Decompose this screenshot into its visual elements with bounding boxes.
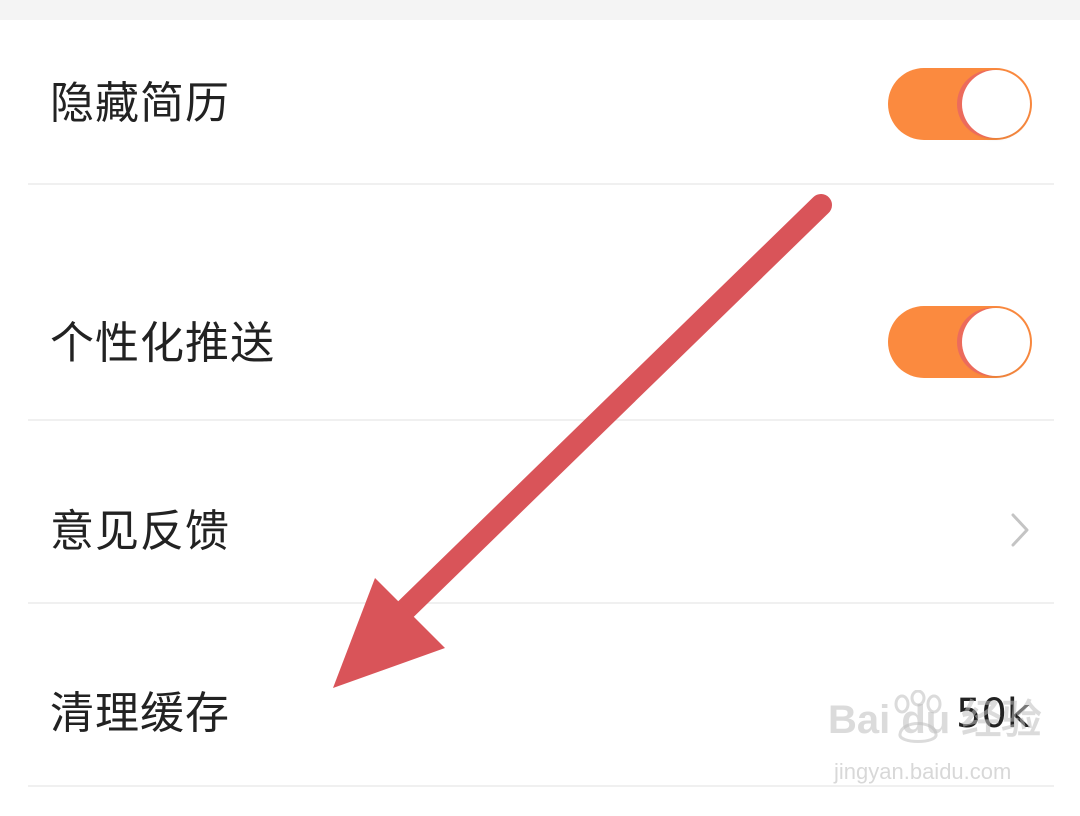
setting-label-personalized-push: 个性化推送	[50, 318, 275, 369]
divider	[28, 419, 1054, 421]
setting-row-personalized-push: 个性化推送	[0, 186, 1080, 422]
hide-resume-toggle[interactable]	[888, 68, 1032, 140]
toggle-knob	[962, 70, 1030, 138]
personalized-push-toggle[interactable]	[888, 306, 1032, 378]
setting-row-hide-resume: 隐藏简历	[0, 0, 1080, 186]
setting-label-feedback: 意见反馈	[50, 506, 230, 557]
toggle-knob	[962, 308, 1030, 376]
setting-row-feedback[interactable]: 意见反馈	[0, 422, 1080, 604]
chevron-right-icon	[1011, 513, 1029, 547]
baidu-jingyan-watermark: Bai du 经验	[828, 698, 1042, 742]
watermark-url: jingyan.baidu.com	[834, 759, 1012, 784]
setting-label-clear-cache: 清理缓存	[50, 688, 230, 739]
setting-label-hide-resume: 隐藏简历	[50, 78, 230, 129]
divider	[28, 183, 1054, 185]
